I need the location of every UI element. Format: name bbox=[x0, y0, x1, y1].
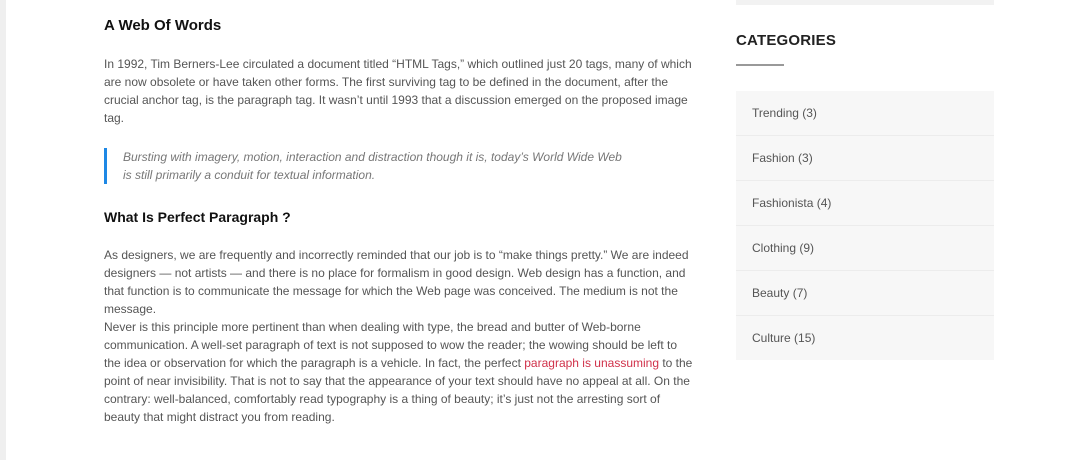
paragraph-html-history: In 1992, Tim Berners-Lee circulated a do… bbox=[104, 57, 692, 125]
category-item-beauty[interactable]: Beauty (7) bbox=[736, 271, 994, 316]
heading-web-of-words: A Web Of Words bbox=[104, 17, 222, 34]
heading-perfect-paragraph: What Is Perfect Paragraph ? bbox=[104, 209, 291, 225]
left-edge-divider bbox=[0, 0, 6, 460]
paragraph-unassuming-link[interactable]: paragraph is unassuming bbox=[524, 356, 659, 370]
paragraph-principle: Never is this principle more pertinent t… bbox=[104, 318, 696, 426]
categories-list: Trending (3) Fashion (3) Fashionista (4)… bbox=[736, 91, 994, 360]
category-item-culture[interactable]: Culture (15) bbox=[736, 316, 994, 360]
category-item-clothing[interactable]: Clothing (9) bbox=[736, 226, 994, 271]
category-item-fashion[interactable]: Fashion (3) bbox=[736, 136, 994, 181]
category-item-trending[interactable]: Trending (3) bbox=[736, 91, 994, 136]
sidebar-top-widget-edge bbox=[736, 0, 994, 5]
categories-heading-underline bbox=[736, 64, 784, 66]
category-item-fashionista[interactable]: Fashionista (4) bbox=[736, 181, 994, 226]
paragraph-designers: As designers, we are frequently and inco… bbox=[104, 248, 689, 316]
categories-heading: CATEGORIES bbox=[736, 32, 837, 49]
blockquote: Bursting with imagery, motion, interacti… bbox=[104, 148, 683, 184]
blockquote-text: Bursting with imagery, motion, interacti… bbox=[123, 150, 622, 182]
